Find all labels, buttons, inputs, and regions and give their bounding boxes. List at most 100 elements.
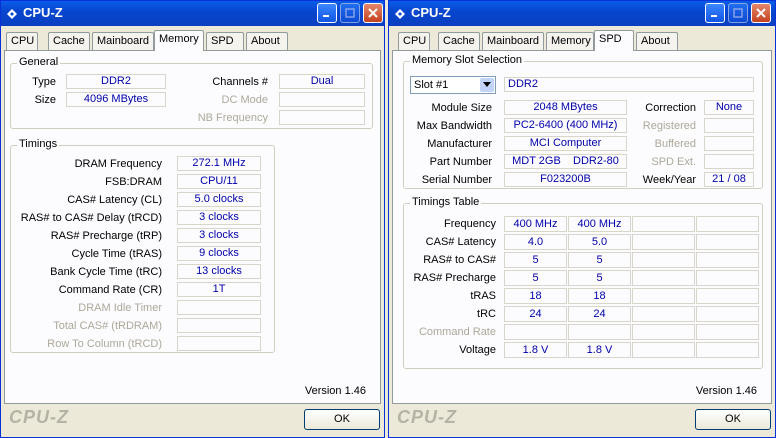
timings-table-cell: 24 [504, 306, 567, 322]
tab-spd[interactable]: SPD [594, 30, 634, 51]
channels-value: Dual [279, 74, 365, 89]
minimize-button[interactable] [705, 3, 725, 23]
timing-value: 1T [177, 282, 261, 297]
timings-table-label: RAS# to CAS# [423, 254, 496, 266]
nb-frequency-label: NB Frequency [197, 112, 268, 124]
timing-label: Row To Column (tRCD) [47, 338, 162, 350]
chevron-down-icon [480, 78, 494, 92]
tab-cache[interactable]: Cache [438, 32, 480, 50]
timing-value: 9 clocks [177, 246, 261, 261]
maximize-button[interactable] [728, 3, 748, 23]
close-icon [368, 8, 378, 18]
timings-table-cell [632, 234, 695, 250]
spd-ext-value [704, 154, 754, 169]
timings-table-cell: 18 [504, 288, 567, 304]
ok-button[interactable]: OK [695, 409, 771, 430]
timing-value: 5.0 clocks [177, 192, 261, 207]
timings-table-group-label: Timings Table [410, 196, 482, 208]
timing-value [177, 336, 261, 351]
slot-select-value: Slot #1 [414, 79, 449, 91]
cpuz-window-spd: CPU-Z CPU Cache Mainboard Memory SPD Abo… [388, 0, 776, 438]
registered-label: Registered [642, 120, 696, 132]
timings-table-cell: 5.0 [568, 234, 631, 250]
timing-label: RAS# to CAS# Delay (tRCD) [20, 212, 162, 224]
spd-panel: Memory Slot Selection Slot #1 DDR2 Modul… [392, 50, 772, 404]
serial-number-value: F023200B [504, 172, 627, 187]
week-year-value: 21 / 08 [704, 172, 754, 187]
app-icon [395, 9, 405, 19]
timing-label: Bank Cycle Time (tRC) [50, 266, 162, 278]
tab-about[interactable]: About [636, 32, 678, 50]
timings-table-label: Command Rate [418, 326, 496, 338]
memory-slot-group: Memory Slot Selection Slot #1 DDR2 Modul… [403, 54, 763, 189]
app-icon [7, 9, 17, 19]
tab-memory[interactable]: Memory [154, 30, 204, 51]
tab-spd[interactable]: SPD [206, 32, 244, 50]
title-bar[interactable]: CPU-Z [389, 1, 775, 26]
manufacturer-label: Manufacturer [427, 138, 492, 150]
module-size-label: Module Size [431, 102, 492, 114]
maximize-button[interactable] [340, 3, 360, 23]
timing-value: CPU/11 [177, 174, 261, 189]
module-size-value: 2048 MBytes [504, 100, 627, 115]
window-title: CPU-Z [23, 5, 63, 20]
dc-mode-label: DC Mode [221, 94, 268, 106]
tab-cpu[interactable]: CPU [6, 32, 38, 50]
tab-about[interactable]: About [246, 32, 288, 50]
close-icon [756, 8, 766, 18]
general-group-label: General [17, 56, 61, 68]
timing-value [177, 318, 261, 333]
tab-cpu[interactable]: CPU [398, 32, 430, 50]
timings-table-cell: 400 MHz [504, 216, 567, 232]
timings-table-cell [568, 324, 631, 340]
timings-table-label: Frequency [444, 218, 496, 230]
memory-type-value: DDR2 [504, 77, 754, 92]
maximize-icon [345, 8, 355, 18]
dc-mode-value [279, 92, 365, 107]
registered-value [704, 118, 754, 133]
size-value: 4096 MBytes [66, 92, 166, 107]
buffered-value [704, 136, 754, 151]
timings-table-cell [696, 342, 759, 358]
cpuz-window-memory: CPU-Z CPU Cache Mainboard Memory SPD Abo… [0, 0, 385, 438]
serial-number-label: Serial Number [421, 174, 492, 186]
timings-table-cell [696, 324, 759, 340]
title-bar[interactable]: CPU-Z [1, 1, 384, 26]
timings-table-cell: 1.8 V [568, 342, 631, 358]
tab-strip: CPU Cache Mainboard Memory SPD About [4, 30, 381, 51]
tab-mainboard[interactable]: Mainboard [92, 32, 154, 50]
ok-button[interactable]: OK [304, 409, 380, 430]
close-button[interactable] [363, 3, 383, 23]
timing-label: Command Rate (CR) [58, 284, 162, 296]
channels-label: Channels # [212, 76, 268, 88]
timing-label: FSB:DRAM [105, 176, 162, 188]
tab-mainboard[interactable]: Mainboard [482, 32, 544, 50]
close-button[interactable] [751, 3, 771, 23]
buffered-label: Buffered [654, 138, 696, 150]
part-number-label: Part Number [429, 156, 492, 168]
timing-label: RAS# Precharge (tRP) [50, 230, 162, 242]
timings-table-cell: 4.0 [504, 234, 567, 250]
memory-slot-group-label: Memory Slot Selection [410, 54, 525, 66]
tab-memory[interactable]: Memory [546, 32, 594, 50]
timings-table-group: Timings Table Frequency 400 MHz 400 MHz CAS… [403, 196, 763, 369]
slot-select[interactable]: Slot #1 [410, 76, 496, 94]
timing-value: 3 clocks [177, 228, 261, 243]
type-value: DDR2 [66, 74, 166, 89]
timings-table-cell: 5 [568, 252, 631, 268]
timings-table-label: tRC [477, 308, 496, 320]
timing-value [177, 300, 261, 315]
minimize-button[interactable] [317, 3, 337, 23]
timings-table-cell [696, 306, 759, 322]
nb-frequency-value [279, 110, 365, 125]
correction-value: None [704, 100, 754, 115]
general-group: General Type DDR2 Size 4096 MBytes Chann… [10, 56, 373, 129]
timings-group: Timings DRAM Frequency 272.1 MHz FSB:DRAM C… [10, 138, 275, 353]
timings-table-cell [696, 288, 759, 304]
cpuz-brand-logo: CPU-Z [9, 407, 69, 427]
tab-cache[interactable]: Cache [48, 32, 90, 50]
timings-table-cell: 1.8 V [504, 342, 567, 358]
timing-value: 3 clocks [177, 210, 261, 225]
timing-label: CAS# Latency (CL) [67, 194, 162, 206]
timings-table-cell [632, 270, 695, 286]
